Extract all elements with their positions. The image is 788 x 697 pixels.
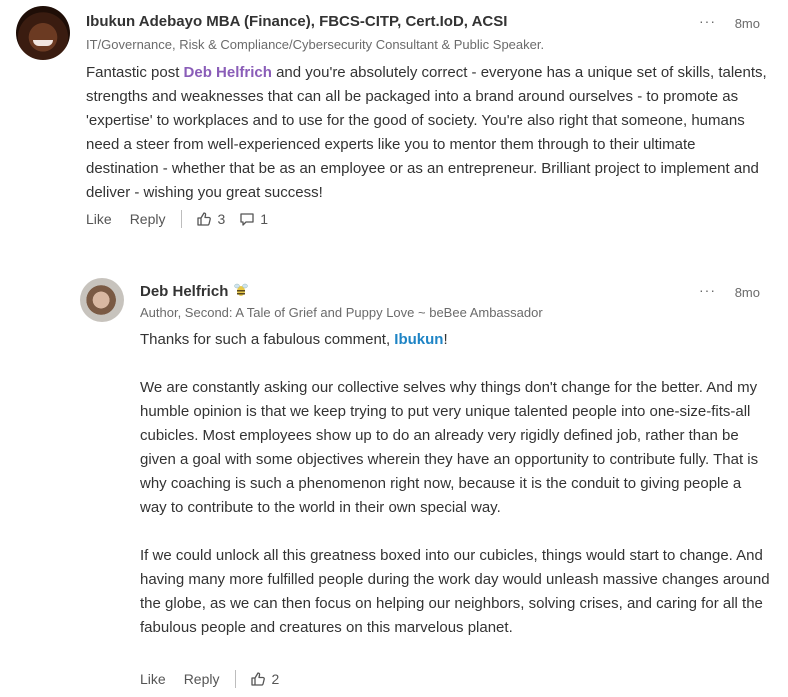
reply-button[interactable]: Reply (130, 211, 166, 227)
comment-actions: Like Reply 2 (140, 670, 293, 688)
reply-button[interactable]: Reply (184, 671, 220, 687)
comment-paragraph: Thanks for such a fabulous comment, Ibuk… (140, 328, 770, 352)
thumbs-up-icon (251, 672, 266, 686)
comment-body: Thanks for such a fabulous comment, Ibuk… (140, 328, 770, 640)
comment-paragraph: If we could unlock all this greatness bo… (140, 547, 770, 636)
avatar[interactable] (80, 278, 124, 322)
comment-actions: Like Reply 3 1 (86, 210, 282, 228)
comment-text: Thanks for such a fabulous comment, (140, 331, 395, 348)
replies-count-value: 1 (260, 211, 269, 227)
more-options-icon[interactable]: ··· (699, 282, 716, 298)
reactions-count-value: 2 (271, 671, 280, 687)
like-button[interactable]: Like (140, 671, 166, 687)
comment-body: Fantastic post Deb Helfrich and you're a… (86, 61, 770, 205)
comment-timestamp: 8mo (734, 285, 760, 300)
like-button[interactable]: Like (86, 211, 112, 227)
comment-text: and you're absolutely correct - everyone… (86, 64, 767, 201)
reactions-count-value: 3 (217, 211, 226, 227)
more-options-icon[interactable]: ··· (699, 13, 716, 29)
comment-text: ! (443, 331, 448, 348)
bee-badge-icon (234, 283, 249, 296)
comment-text: Fantastic post (86, 64, 184, 81)
reactions-count[interactable]: 2 (250, 671, 279, 687)
divider (235, 670, 237, 688)
avatar[interactable] (16, 6, 70, 60)
comment-bubble-icon (240, 213, 254, 226)
mention-link[interactable]: Deb Helfrich (184, 64, 272, 81)
replies-count[interactable]: 1 (239, 211, 268, 227)
comment-author-name: Deb Helfrich (140, 282, 249, 300)
comment-timestamp: 8mo (734, 16, 760, 31)
mention-link[interactable]: Ibukun (394, 331, 443, 348)
comment-paragraph: Fantastic post Deb Helfrich and you're a… (86, 61, 770, 205)
thumbs-up-icon (197, 212, 212, 226)
comment-author-name[interactable]: Ibukun Adebayo MBA (Finance), FBCS-CITP,… (86, 13, 507, 30)
author-link[interactable]: Deb Helfrich (140, 283, 228, 300)
comment-author-headline: IT/Governance, Risk & Compliance/Cyberse… (86, 37, 545, 52)
comment-paragraph: We are constantly asking our collective … (140, 379, 759, 516)
comment-author-headline: Author, Second: A Tale of Grief and Pupp… (140, 305, 543, 320)
divider (181, 210, 183, 228)
reactions-count[interactable]: 3 (196, 211, 225, 227)
